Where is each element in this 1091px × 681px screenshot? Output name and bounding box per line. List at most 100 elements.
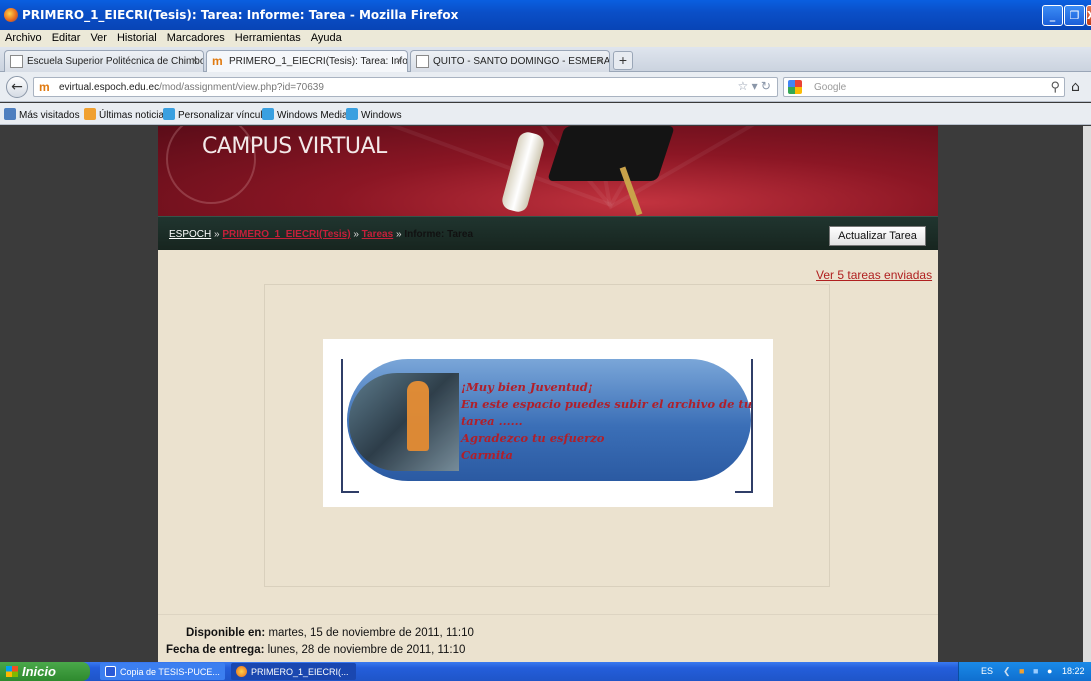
breadcrumb-tareas[interactable]: Tareas — [362, 229, 394, 240]
bookmark-windows-media[interactable]: Windows Media — [262, 108, 348, 121]
bookmark-star-icon[interactable]: ☆ ▾ ↻ — [737, 79, 771, 93]
maximize-button[interactable]: ❐ — [1064, 5, 1085, 26]
bookmark-mas-visitados[interactable]: Más visitados — [4, 108, 80, 121]
search-placeholder: Google — [814, 82, 847, 93]
moodle-icon: m — [39, 80, 50, 94]
campus-banner: CAMPUS VIRTUAL — [158, 126, 938, 216]
task-label: Copia de TESIS-PUCE... — [120, 667, 220, 677]
due-date-row: Fecha de entrega: lunes, 28 de noviembre… — [166, 644, 465, 656]
bookmark-label: Últimas noticias — [99, 110, 170, 121]
new-tab-button[interactable]: + — [613, 51, 633, 70]
tray-arrow-icon[interactable]: ❮ — [1003, 666, 1011, 677]
menu-ver[interactable]: Ver — [85, 30, 112, 44]
available-label: Disponible en: — [186, 627, 266, 639]
task-label: PRIMERO_1_EIECRI(... — [251, 667, 349, 677]
tray-app-icon[interactable]: ■ — [1019, 666, 1024, 676]
tray-app-icon[interactable]: ■ — [1033, 666, 1038, 676]
tray-app-icon[interactable]: ● — [1047, 666, 1052, 676]
intro-banner-image: ¡Muy bien Juventud¡ En este espacio pued… — [323, 339, 773, 507]
minimize-button[interactable]: _ — [1042, 5, 1063, 26]
search-box[interactable]: Google ⚲ — [783, 77, 1065, 97]
banner-title: CAMPUS VIRTUAL — [202, 134, 387, 159]
breadcrumb-espoch[interactable]: ESPOCH — [169, 229, 211, 240]
close-tab-icon[interactable]: × — [598, 55, 604, 67]
windows-logo-icon — [6, 666, 18, 677]
content-viewport: CAMPUS VIRTUAL ESPOCH » PRIMERO_1_EIECRI… — [0, 126, 1091, 662]
due-value: lunes, 28 de noviembre de 2011, 11:10 — [267, 644, 466, 656]
tab-bar: Escuela Superior Politécnica de Chimbora… — [0, 47, 1091, 72]
assignment-dates: Disponible en: martes, 15 de noviembre d… — [158, 614, 938, 662]
menu-ayuda[interactable]: Ayuda — [306, 30, 347, 44]
home-icon[interactable]: ⌂ — [1071, 79, 1089, 95]
menu-archivo[interactable]: Archivo — [0, 30, 47, 44]
breadcrumb-bar: ESPOCH » PRIMERO_1_EIECRI(Tesis) » Tarea… — [158, 216, 938, 250]
tab-quito[interactable]: QUITO - SANTO DOMINGO - ESMERALDA... × — [410, 50, 610, 72]
clock: 18:22 — [1062, 666, 1085, 676]
tab-espoch[interactable]: Escuela Superior Politécnica de Chimbora… — [4, 50, 204, 72]
message-line: ¡Muy bien Juventud¡ — [461, 380, 593, 394]
url-bar[interactable]: m evirtual.espoch.edu.ec/mod/assignment/… — [33, 77, 778, 97]
language-indicator[interactable]: ES — [981, 666, 993, 676]
window-title: PRIMERO_1_EIECRI(Tesis): Tarea: Informe:… — [22, 8, 459, 22]
firefox-icon — [4, 8, 18, 22]
close-button[interactable]: X — [1086, 5, 1091, 26]
firefox-icon — [236, 666, 247, 677]
bookmark-ultimas-noticias[interactable]: Últimas noticias — [84, 108, 169, 121]
back-button[interactable]: ← — [6, 76, 28, 98]
submitted-assignments-link[interactable]: Ver 5 tareas enviadas — [816, 268, 932, 282]
close-tab-icon[interactable]: × — [192, 55, 198, 67]
menu-herramientas[interactable]: Herramientas — [230, 30, 306, 44]
vertical-scrollbar[interactable] — [1083, 126, 1091, 662]
menu-historial[interactable]: Historial — [112, 30, 162, 44]
diploma-icon — [500, 129, 546, 215]
message-line: Carmita — [461, 448, 513, 462]
google-icon — [788, 80, 802, 94]
breadcrumb: ESPOCH » PRIMERO_1_EIECRI(Tesis) » Tarea… — [169, 229, 473, 240]
message-line: tarea ...... — [461, 414, 523, 428]
window-titlebar: PRIMERO_1_EIECRI(Tesis): Tarea: Informe:… — [0, 0, 1091, 30]
word-icon — [105, 666, 116, 677]
available-value: martes, 15 de noviembre de 2011, 11:10 — [268, 627, 474, 639]
student-photo — [349, 373, 459, 471]
intro-message: ¡Muy bien Juventud¡ En este espacio pued… — [461, 379, 752, 464]
search-icon[interactable]: ⚲ — [1050, 79, 1060, 95]
message-line: En este espacio puedes subir el archivo … — [461, 397, 753, 411]
assignment-intro-box: ¡Muy bien Juventud¡ En este espacio pued… — [264, 284, 830, 587]
bookmark-personalizar[interactable]: Personalizar vínculos — [163, 108, 273, 121]
windows-icon — [262, 108, 274, 120]
bookmark-windows[interactable]: Windows — [346, 108, 402, 121]
windows-icon — [346, 108, 358, 120]
breadcrumb-separator: » — [395, 229, 402, 240]
cartoon-figure — [407, 381, 429, 451]
bookmark-label: Más visitados — [19, 110, 80, 121]
close-tab-icon[interactable]: × — [396, 55, 402, 67]
tab-label: Escuela Superior Politécnica de Chimbora… — [27, 56, 203, 67]
menu-editar[interactable]: Editar — [47, 30, 86, 44]
tab-label: PRIMERO_1_EIECRI(Tesis): Tarea: Infor... — [229, 56, 408, 67]
breadcrumb-course[interactable]: PRIMERO_1_EIECRI(Tesis) — [222, 229, 350, 240]
breadcrumb-separator: » — [214, 229, 220, 240]
bookmark-label: Windows Media — [277, 110, 348, 121]
menu-bar: Archivo Editar Ver Historial Marcadores Herra… — [0, 30, 1091, 47]
menu-marcadores[interactable]: Marcadores — [162, 30, 230, 44]
tab-label: QUITO - SANTO DOMINGO - ESMERALDA... — [433, 56, 610, 67]
message-line: Agradezco tu esfuerzo — [461, 431, 605, 445]
graduation-cap-icon — [547, 126, 675, 181]
available-date-row: Disponible en: martes, 15 de noviembre d… — [186, 627, 474, 639]
taskbar-item-firefox[interactable]: PRIMERO_1_EIECRI(... — [231, 663, 356, 680]
rss-icon — [84, 108, 96, 120]
due-label: Fecha de entrega: — [166, 644, 265, 656]
taskbar-item-word[interactable]: Copia de TESIS-PUCE... — [100, 663, 225, 680]
update-assignment-button[interactable]: Actualizar Tarea — [829, 226, 926, 246]
tab-assignment[interactable]: m PRIMERO_1_EIECRI(Tesis): Tarea: Infor.… — [206, 50, 408, 72]
bookmark-icon — [4, 108, 16, 120]
start-button[interactable]: Inicio — [0, 662, 90, 681]
url-path: /mod/assignment/view.php?id=70639 — [159, 82, 324, 93]
moodle-page: CAMPUS VIRTUAL ESPOCH » PRIMERO_1_EIECRI… — [158, 126, 938, 662]
page-icon — [10, 55, 23, 68]
system-tray: ES ❮ ■ ■ ● 18:22 — [958, 662, 1091, 681]
navigation-bar: ← m evirtual.espoch.edu.ec/mod/assignmen… — [0, 72, 1091, 102]
bookmarks-bar: Más visitados Últimas noticias Personali… — [0, 103, 1091, 125]
url-domain: evirtual.espoch.edu.ec — [59, 82, 160, 93]
bookmark-label: Windows — [361, 110, 402, 121]
